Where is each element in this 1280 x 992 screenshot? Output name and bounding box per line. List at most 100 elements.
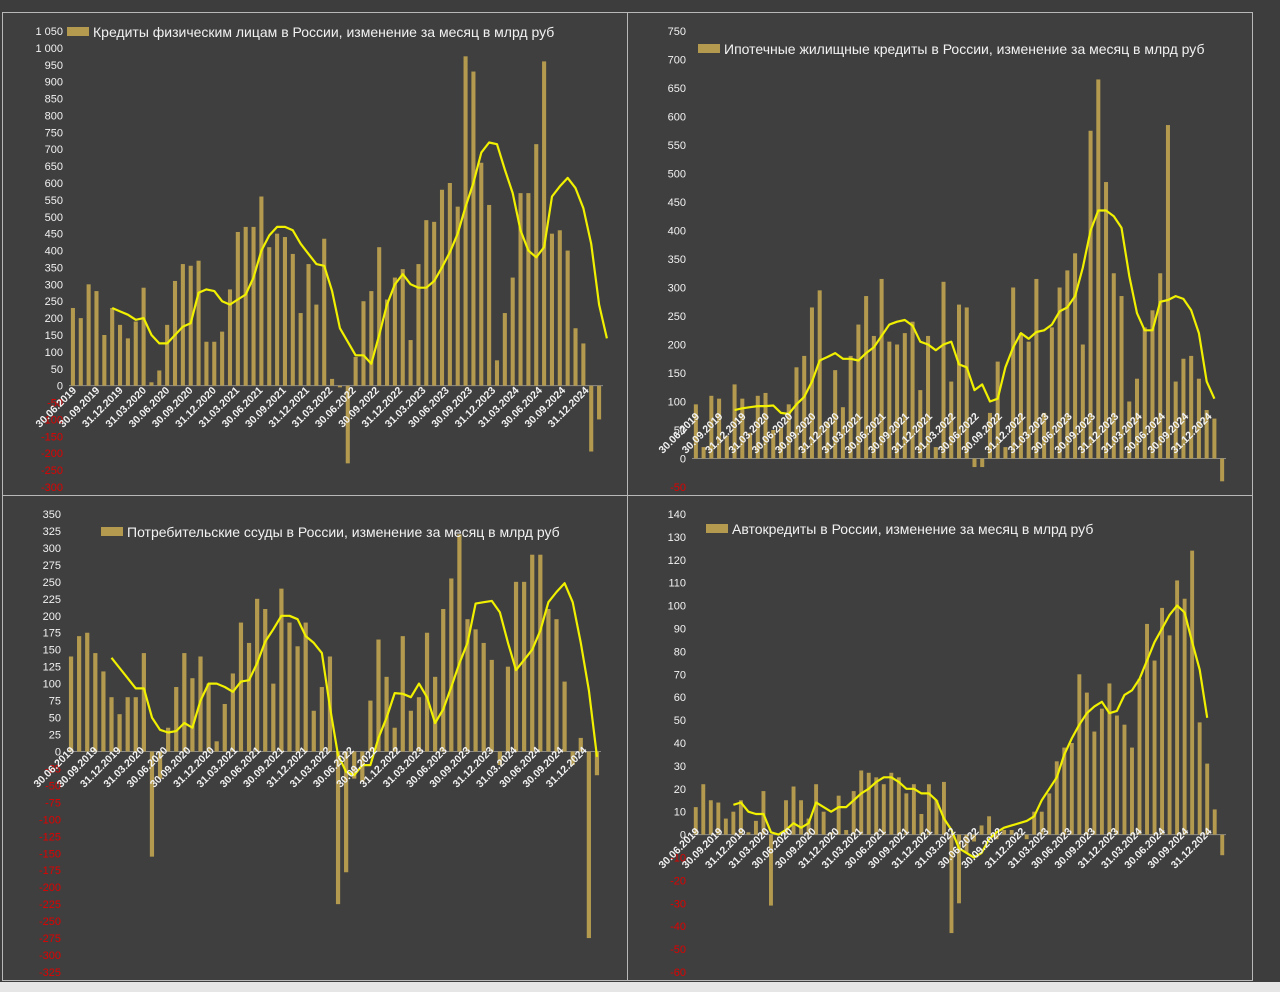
- bar: [424, 632, 430, 752]
- y-tick-label: 450: [668, 197, 686, 209]
- y-tick-label: 150: [668, 368, 686, 380]
- bar: [791, 786, 796, 835]
- bar: [353, 356, 358, 386]
- bar: [1137, 678, 1142, 835]
- y-tick-label: 225: [43, 594, 61, 606]
- bar: [1114, 715, 1119, 835]
- bar: [1167, 635, 1172, 835]
- bar: [1220, 458, 1225, 482]
- bar: [275, 233, 280, 386]
- dashboard-canvas: 1 050 1 000 950 900 850 800 750 700 650 600 550 500…: [0, 0, 1280, 992]
- y-tick-label: 90: [674, 624, 686, 636]
- bar: [157, 370, 162, 386]
- bar: [408, 340, 413, 386]
- bar: [306, 264, 311, 386]
- bar: [93, 653, 98, 752]
- bar: [1107, 683, 1112, 835]
- bar: [243, 226, 248, 386]
- bar: [279, 588, 284, 752]
- chart-panel-consumer-credit: 350 325 300 275 250 225 200 175 150 125 100 75 50 25 0…: [2, 495, 628, 981]
- bar: [246, 642, 252, 752]
- bar: [546, 608, 551, 752]
- bar: [439, 189, 445, 386]
- bar: [117, 714, 122, 752]
- bar: [526, 193, 531, 386]
- y-tick-label: 1 000: [35, 43, 63, 55]
- y-tick-label: 140: [668, 509, 686, 521]
- chart-panel-consumer-loans-total: 1 050 1 000 950 900 850 800 750 700 650 600 550 500…: [2, 12, 628, 496]
- bar: [447, 183, 452, 386]
- bar: [562, 681, 567, 752]
- bar: [573, 328, 578, 386]
- y-tick-label: 130: [668, 532, 686, 544]
- chart-svg-car-loans: 1401301201101009080706050403020100-10-20…: [656, 509, 1226, 979]
- bar: [314, 304, 319, 386]
- bar: [290, 253, 295, 386]
- bar: [502, 313, 507, 386]
- y-tick-label: 500: [45, 212, 63, 224]
- bar: [165, 324, 170, 386]
- bar: [287, 622, 292, 752]
- bar: [311, 710, 316, 752]
- y-tick-label: 550: [45, 195, 63, 207]
- chart-panel-mortgage-loans: 750 700 650 600 550 500 450 400 350 300 250 200 150 1…: [627, 12, 1253, 496]
- y-tick-label: 350: [43, 509, 61, 521]
- bar: [182, 653, 187, 752]
- y-tick-label: 0: [57, 381, 63, 393]
- bar: [102, 335, 107, 386]
- bar: [1190, 550, 1195, 835]
- bar: [1197, 722, 1202, 835]
- bar: [220, 331, 225, 386]
- bar: [174, 687, 179, 752]
- y-tick-label: 150: [45, 330, 63, 342]
- y-tick-label: -150: [41, 431, 63, 443]
- y-tick-label: 750: [45, 127, 63, 139]
- bar: [942, 781, 946, 835]
- y-tick-label: 100: [45, 347, 63, 359]
- bar: [259, 196, 264, 386]
- bar: [1122, 724, 1127, 835]
- y-tick-label: 700: [45, 144, 63, 156]
- y-tick-label: 75: [49, 696, 61, 708]
- bar: [295, 646, 300, 752]
- y-tick-label: 500: [668, 169, 686, 181]
- y-tick-label: 300: [668, 283, 686, 295]
- bar: [1096, 79, 1101, 459]
- bar: [1212, 418, 1217, 459]
- bar: [101, 671, 106, 752]
- y-tick-label: 350: [668, 254, 686, 266]
- bar: [238, 622, 244, 752]
- bar: [565, 250, 570, 386]
- y-tick-label: -100: [39, 814, 61, 826]
- y-tick-label: 250: [45, 296, 63, 308]
- bar: [110, 307, 115, 386]
- bar: [881, 784, 886, 835]
- bar: [463, 56, 468, 386]
- chart-title: Автокредиты в России, изменение за месяц…: [732, 521, 1093, 537]
- bar: [230, 673, 235, 752]
- y-tick-label: 800: [45, 110, 63, 122]
- bar: [433, 676, 438, 752]
- y-tick-label: 100: [43, 679, 61, 691]
- y-tick-label: 900: [45, 77, 63, 89]
- bar: [369, 291, 374, 386]
- bar: [441, 608, 446, 752]
- y-tick-label: -200: [39, 882, 61, 894]
- bar: [972, 458, 977, 468]
- y-tick-label: 450: [45, 229, 63, 241]
- bar: [1220, 834, 1225, 856]
- y-tick-label: -175: [39, 865, 61, 877]
- y-tick-label: 650: [45, 161, 63, 173]
- bar: [214, 741, 219, 752]
- bar: [212, 341, 217, 386]
- y-tick-label: 650: [668, 83, 686, 95]
- y-tick-label: 50: [49, 713, 61, 725]
- bar: [597, 385, 602, 420]
- bar: [141, 653, 146, 752]
- y-tick-label: 25: [49, 730, 61, 742]
- bar: [222, 703, 227, 752]
- bar: [1212, 809, 1217, 835]
- bar: [449, 578, 454, 752]
- bar: [723, 818, 728, 835]
- bar: [335, 751, 341, 905]
